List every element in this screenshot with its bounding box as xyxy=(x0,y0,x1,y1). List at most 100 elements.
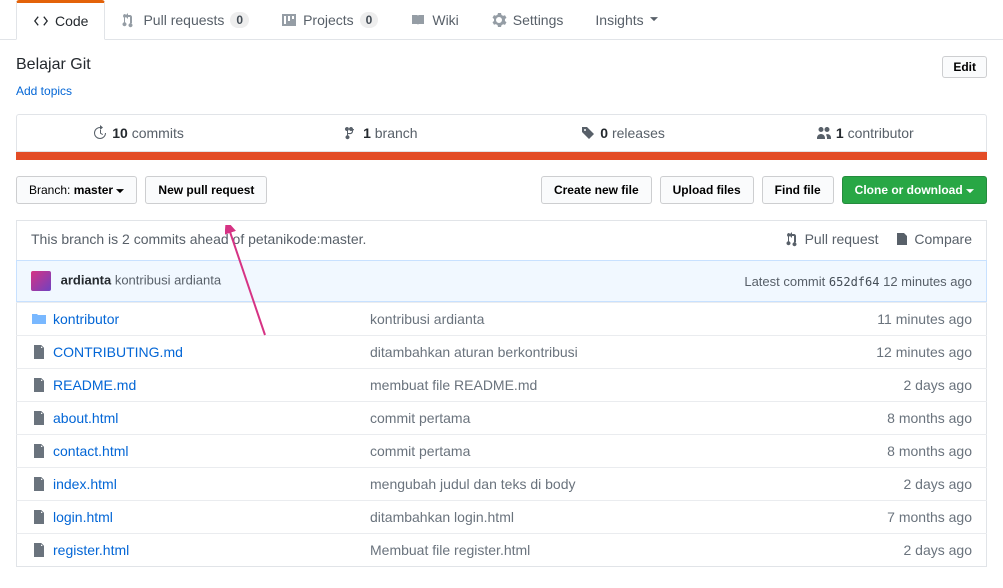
tab-wiki-label: Wiki xyxy=(432,12,458,28)
create-file-button[interactable]: Create new file xyxy=(541,176,652,204)
file-link[interactable]: README.md xyxy=(53,377,136,393)
gear-icon xyxy=(491,12,507,28)
table-row: contact.html commit pertama8 months ago xyxy=(17,435,987,468)
tab-code[interactable]: Code xyxy=(16,0,105,40)
file-link[interactable]: CONTRIBUTING.md xyxy=(53,344,183,360)
file-time: 11 minutes ago xyxy=(769,303,987,336)
contributor-label: contributor xyxy=(848,125,914,141)
file-link[interactable]: login.html xyxy=(53,509,113,525)
table-row: README.md membuat file README.md2 days ag… xyxy=(17,369,987,402)
file-commit-message[interactable]: commit pertama xyxy=(356,402,769,435)
tab-pr-label: Pull requests xyxy=(143,12,224,28)
tab-settings-label: Settings xyxy=(513,12,564,28)
commits-label: commits xyxy=(132,125,184,141)
tab-projects[interactable]: Projects 0 xyxy=(265,0,394,39)
branch-count: 1 xyxy=(363,125,371,141)
project-icon xyxy=(281,12,297,28)
table-row: login.html ditambahkan login.html7 months… xyxy=(17,501,987,534)
code-icon xyxy=(33,13,49,29)
caret-down-icon xyxy=(116,189,124,194)
tab-wiki[interactable]: Wiki xyxy=(394,0,474,39)
edit-button[interactable]: Edit xyxy=(942,56,987,78)
caret-down-icon xyxy=(966,189,974,194)
pull-request-icon xyxy=(121,12,137,28)
latest-commit-bar: ardianta kontribusi ardianta Latest comm… xyxy=(16,260,987,302)
ahead-text: This branch is 2 commits ahead of petani… xyxy=(31,231,366,250)
branch-prefix: Branch: xyxy=(29,183,70,197)
releases-label: releases xyxy=(612,125,665,141)
commit-author[interactable]: ardianta xyxy=(61,272,112,287)
commit-time: 12 minutes ago xyxy=(883,274,972,289)
file-icon xyxy=(31,377,53,393)
tab-insights-label: Insights xyxy=(595,12,643,28)
tab-pull-requests[interactable]: Pull requests 0 xyxy=(105,0,265,39)
file-commit-message[interactable]: mengubah judul dan teks di body xyxy=(356,468,769,501)
repo-header: Belajar Git Add topics Edit xyxy=(0,40,1003,114)
file-commit-message[interactable]: ditambahkan login.html xyxy=(356,501,769,534)
table-row: kontributor kontribusi ardianta11 minutes… xyxy=(17,303,987,336)
branch-select-button[interactable]: Branch: master xyxy=(16,176,137,204)
pull-request-link[interactable]: Pull request xyxy=(785,231,879,247)
file-time: 2 days ago xyxy=(769,468,987,501)
add-topics-link[interactable]: Add topics xyxy=(16,84,72,98)
diff-icon xyxy=(894,231,910,247)
file-icon xyxy=(31,509,53,525)
repo-tabs: Code Pull requests 0 Projects 0 Wiki Set… xyxy=(0,0,1003,40)
branch-icon xyxy=(343,125,359,141)
file-icon xyxy=(31,443,53,459)
compare-link[interactable]: Compare xyxy=(894,231,972,247)
stat-branches[interactable]: 1 branch xyxy=(259,115,501,151)
clone-download-button[interactable]: Clone or download xyxy=(842,176,987,204)
file-time: 8 months ago xyxy=(769,402,987,435)
find-file-button[interactable]: Find file xyxy=(762,176,834,204)
upload-files-button[interactable]: Upload files xyxy=(660,176,754,204)
file-time: 2 days ago xyxy=(769,369,987,402)
commit-sha[interactable]: 652df64 xyxy=(829,275,880,289)
file-link[interactable]: kontributor xyxy=(53,311,119,327)
file-commit-message[interactable]: ditambahkan aturan berkontribusi xyxy=(356,336,769,369)
people-icon xyxy=(816,125,832,141)
folder-icon xyxy=(31,311,53,327)
repo-description: Belajar Git xyxy=(16,56,91,74)
stat-contributors[interactable]: 1 contributor xyxy=(744,115,986,151)
file-commit-message[interactable]: commit pertama xyxy=(356,435,769,468)
file-icon xyxy=(31,344,53,360)
stat-releases[interactable]: 0 releases xyxy=(502,115,744,151)
branch-name: master xyxy=(74,183,113,197)
file-time: 7 months ago xyxy=(769,501,987,534)
caret-down-icon xyxy=(650,17,658,22)
tag-icon xyxy=(580,125,596,141)
tab-settings[interactable]: Settings xyxy=(475,0,580,39)
clone-label: Clone or download xyxy=(855,183,963,197)
file-time: 12 minutes ago xyxy=(769,336,987,369)
file-commit-message[interactable]: kontribusi ardianta xyxy=(356,303,769,336)
pr-count: 0 xyxy=(230,12,249,28)
file-icon xyxy=(31,542,53,558)
pull-request-icon xyxy=(785,231,801,247)
stat-commits[interactable]: 10 commits xyxy=(17,115,259,151)
table-row: register.htmlMembuat file register.html2… xyxy=(17,534,987,567)
file-table: kontributor kontribusi ardianta11 minutes… xyxy=(16,302,987,567)
commits-count: 10 xyxy=(112,125,128,141)
file-commit-message[interactable]: Membuat file register.html xyxy=(356,534,769,567)
file-icon xyxy=(31,410,53,426)
file-link[interactable]: about.html xyxy=(53,410,118,426)
commit-message[interactable]: kontribusi ardianta xyxy=(115,272,221,287)
latest-commit-prefix: Latest commit xyxy=(744,274,825,289)
file-link[interactable]: contact.html xyxy=(53,443,128,459)
file-link[interactable]: index.html xyxy=(53,476,117,492)
file-icon xyxy=(31,476,53,492)
table-row: about.html commit pertama8 months ago xyxy=(17,402,987,435)
table-row: CONTRIBUTING.md ditambahkan aturan berkon… xyxy=(17,336,987,369)
branch-label: branch xyxy=(375,125,418,141)
tab-code-label: Code xyxy=(55,13,88,29)
file-commit-message[interactable]: membuat file README.md xyxy=(356,369,769,402)
tab-insights[interactable]: Insights xyxy=(579,0,673,39)
file-link[interactable]: register.html xyxy=(53,542,129,558)
avatar xyxy=(31,271,51,291)
releases-count: 0 xyxy=(600,125,608,141)
new-pull-request-button[interactable]: New pull request xyxy=(145,176,267,204)
tab-projects-label: Projects xyxy=(303,12,354,28)
table-row: index.html mengubah judul dan teks di bod… xyxy=(17,468,987,501)
file-time: 8 months ago xyxy=(769,435,987,468)
